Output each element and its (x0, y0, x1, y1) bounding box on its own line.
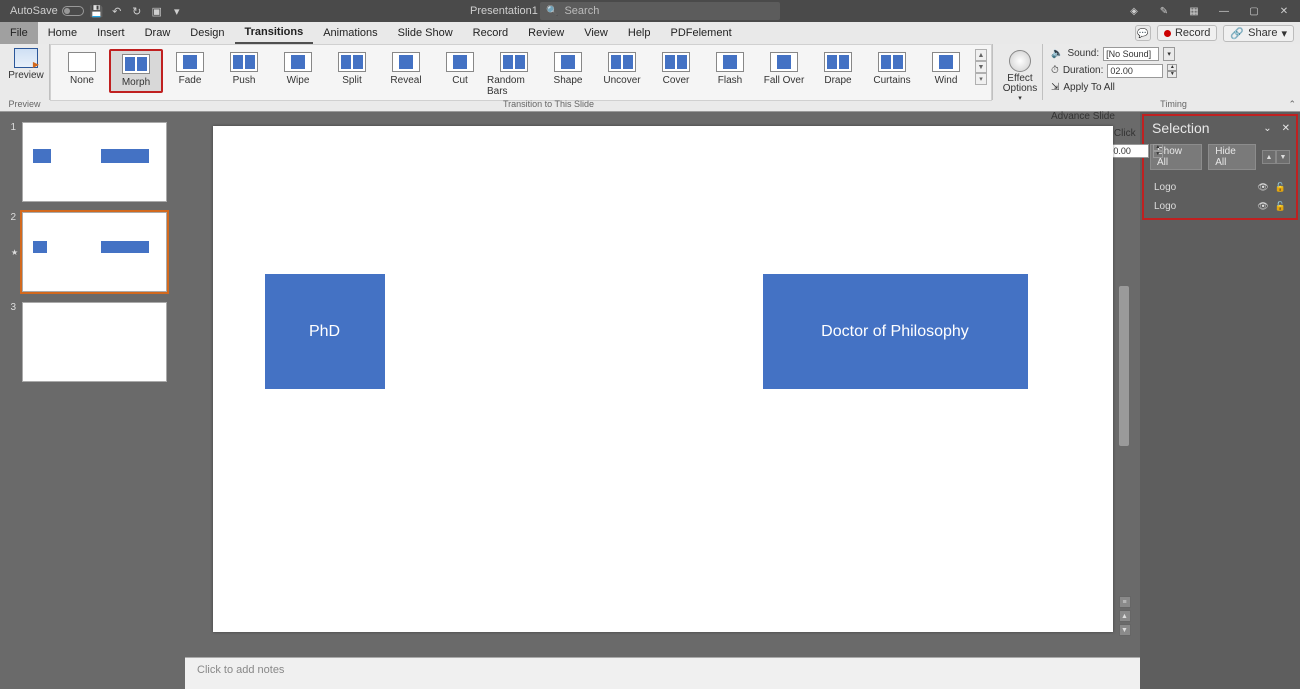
transition-flash[interactable]: Flash (703, 49, 757, 89)
menu-view[interactable]: View (574, 22, 618, 44)
ribbon-collapse-icon[interactable]: ⌃ (1288, 99, 1296, 110)
maximize-button[interactable]: ▢ (1246, 3, 1262, 19)
menu-pdfelement[interactable]: PDFelement (661, 22, 742, 44)
preview-icon (14, 48, 38, 68)
apply-all-icon: ⇲ (1051, 82, 1059, 93)
visibility-icon[interactable]: 👁 (1257, 201, 1268, 212)
search-input[interactable]: 🔍 Search (540, 2, 780, 20)
preview-label: Preview (8, 70, 44, 81)
comments-icon[interactable]: 💬 (1135, 25, 1151, 41)
transition-drape[interactable]: Drape (811, 49, 865, 89)
transition-fallover[interactable]: Fall Over (757, 49, 811, 89)
group-label-gallery: Transition to This Slide (50, 99, 1048, 111)
qat-dropdown-icon[interactable]: ▾ (170, 4, 184, 18)
transition-none[interactable]: None (55, 49, 109, 89)
duration-label: Duration: (1063, 65, 1104, 76)
thumb-slide-2[interactable] (22, 212, 167, 292)
diamond-icon[interactable]: ◈ (1126, 3, 1142, 19)
autosave-toggle[interactable]: AutoSave (10, 5, 84, 17)
transition-push[interactable]: Push (217, 49, 271, 89)
transition-shape[interactable]: Shape (541, 49, 595, 89)
title-bar: AutoSave 💾 ↶ ↻ ▣ ▾ Presentation1 - Power… (0, 0, 1300, 22)
transition-wind[interactable]: Wind (919, 49, 973, 89)
minimize-button[interactable]: — (1216, 3, 1232, 19)
sound-icon: 🔈 (1051, 48, 1063, 59)
sound-dropdown-icon[interactable]: ▾ (1163, 47, 1175, 61)
undo-icon[interactable]: ↶ (110, 4, 124, 18)
group-label-preview: Preview (0, 99, 50, 111)
selection-close-icon[interactable]: ✕ (1282, 123, 1290, 134)
gallery-scroll[interactable]: ▲▼▾ (975, 49, 987, 85)
transition-cover[interactable]: Cover (649, 49, 703, 89)
thumb-slide-1[interactable] (22, 122, 167, 202)
slide-nav-buttons[interactable]: ≡▲▼ (1119, 596, 1131, 636)
record-button[interactable]: Record (1157, 25, 1217, 41)
from-beginning-icon[interactable]: ▣ (150, 4, 164, 18)
menu-insert[interactable]: Insert (87, 22, 135, 44)
transition-fade[interactable]: Fade (163, 49, 217, 89)
autosave-label: AutoSave (10, 5, 58, 17)
hide-all-button[interactable]: Hide All (1208, 144, 1256, 170)
reorder-up-icon[interactable]: ▲ (1262, 150, 1276, 164)
effect-options-label: Effect Options (999, 74, 1041, 94)
menu-bar: File Home Insert Draw Design Transitions… (0, 22, 1300, 44)
transition-gallery: None Morph Fade Push Wipe Split Reveal C… (50, 44, 992, 101)
thumb-slide-3[interactable] (22, 302, 167, 382)
selection-collapse-icon[interactable]: ⌄ (1263, 123, 1271, 134)
menu-draw[interactable]: Draw (135, 22, 181, 44)
transition-morph[interactable]: Morph (109, 49, 163, 93)
visibility-icon[interactable]: 👁 (1257, 182, 1268, 193)
selection-pane: Selection ⌄ ✕ Show All Hide All ▲▼ Logo … (1140, 112, 1300, 689)
transition-cut[interactable]: Cut (433, 49, 487, 89)
transition-curtains[interactable]: Curtains (865, 49, 919, 89)
lock-icon[interactable]: 🔓 (1275, 182, 1286, 193)
search-icon: 🔍 (546, 6, 558, 17)
menu-file[interactable]: File (0, 22, 38, 44)
reorder-down-icon[interactable]: ▼ (1276, 150, 1290, 164)
selection-item[interactable]: Logo 👁🔓 (1150, 199, 1290, 214)
sound-label: Sound: (1067, 48, 1099, 59)
thumb-number: 3 (6, 302, 16, 382)
menu-transitions[interactable]: Transitions (235, 22, 314, 44)
notes-pane[interactable]: Click to add notes (185, 657, 1140, 689)
duration-input[interactable]: 02.00 (1107, 64, 1163, 78)
search-placeholder: Search (564, 5, 599, 17)
menu-record[interactable]: Record (463, 22, 518, 44)
shape-phd[interactable]: PhD (265, 274, 385, 389)
pen-icon[interactable]: ✎ (1156, 3, 1172, 19)
redo-icon[interactable]: ↻ (130, 4, 144, 18)
preview-button[interactable]: Preview (6, 48, 46, 81)
menu-animations[interactable]: Animations (313, 22, 387, 44)
menu-slideshow[interactable]: Slide Show (388, 22, 463, 44)
menu-design[interactable]: Design (180, 22, 234, 44)
lock-icon[interactable]: 🔓 (1275, 201, 1286, 212)
transition-reveal[interactable]: Reveal (379, 49, 433, 89)
transition-uncover[interactable]: Uncover (595, 49, 649, 89)
sound-select[interactable]: [No Sound] (1103, 47, 1159, 61)
vertical-scrollbar[interactable] (1119, 286, 1129, 446)
effect-options-icon (1009, 50, 1031, 72)
menu-help[interactable]: Help (618, 22, 661, 44)
thumb-number: 1 (6, 122, 16, 202)
menu-home[interactable]: Home (38, 22, 87, 44)
after-spinner[interactable]: ▲▼ (1153, 144, 1163, 158)
transition-split[interactable]: Split (325, 49, 379, 89)
close-button[interactable]: ✕ (1276, 3, 1292, 19)
group-label-timing: Timing (1048, 99, 1300, 111)
shape-doctor[interactable]: Doctor of Philosophy (763, 274, 1028, 389)
save-icon[interactable]: 💾 (90, 4, 104, 18)
duration-spinner[interactable]: ▲▼ (1167, 64, 1177, 78)
apply-to-all-button[interactable]: Apply To All (1063, 82, 1115, 93)
transition-randombars[interactable]: Random Bars (487, 49, 541, 100)
menu-review[interactable]: Review (518, 22, 574, 44)
selection-item[interactable]: Logo 👁🔓 (1150, 180, 1290, 195)
slide-thumbnails: 1 2 3 (0, 112, 185, 689)
app-box-icon[interactable]: ▦ (1186, 3, 1202, 19)
slide-canvas[interactable]: PhD Doctor of Philosophy ≡▲▼ (213, 126, 1113, 632)
transition-wipe[interactable]: Wipe (271, 49, 325, 89)
effect-options-button[interactable]: Effect Options ▾ (999, 48, 1041, 102)
ribbon: Preview None Morph Fade Push Wipe Split … (0, 44, 1300, 112)
duration-icon: ⏱ (1051, 65, 1059, 76)
share-button[interactable]: 🔗 Share ▾ (1223, 25, 1294, 42)
